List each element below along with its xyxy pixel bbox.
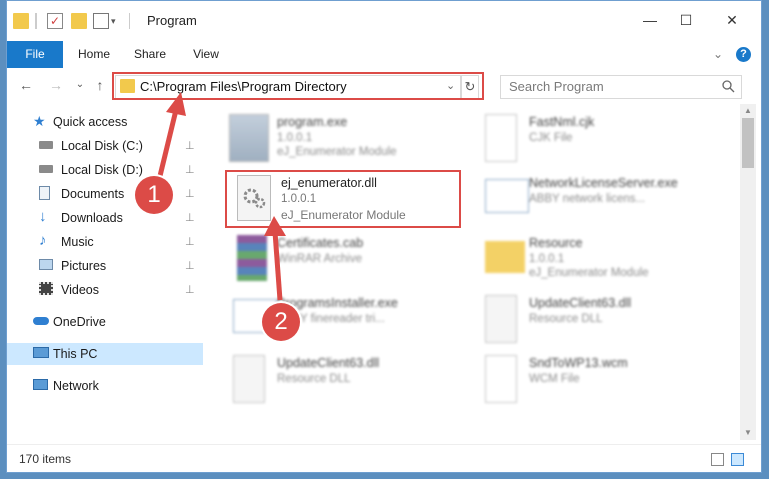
arrow-2-head	[264, 216, 286, 236]
step-badge-2: 2	[262, 303, 300, 341]
arrow-1-head	[166, 92, 186, 116]
arrow-2	[272, 231, 283, 301]
arrow-1	[157, 109, 179, 177]
step-badge-1: 1	[135, 176, 173, 214]
annotation-arrows	[157, 92, 286, 301]
